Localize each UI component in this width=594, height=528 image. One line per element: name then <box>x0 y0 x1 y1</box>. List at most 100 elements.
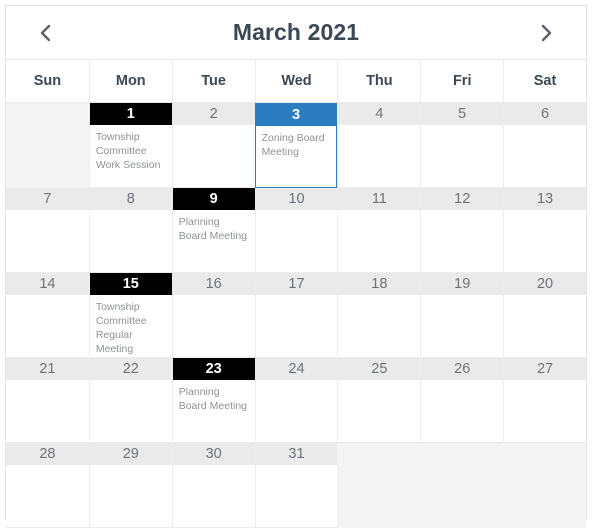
calendar-day-cell[interactable]: 14 <box>6 273 89 358</box>
day-event-list <box>338 125 420 187</box>
day-event-list <box>6 465 89 527</box>
day-number: 10 <box>255 188 338 210</box>
day-number: 23 <box>172 358 255 380</box>
calendar-day-cell[interactable]: 18 <box>337 273 421 358</box>
day-number: 18 <box>338 273 421 295</box>
calendar-week-row: 14 15 Township Committee Regular Meeting 16… <box>6 273 586 358</box>
day-number: 11 <box>338 188 421 210</box>
calendar-day-cell[interactable]: 8 <box>88 188 172 273</box>
weekday-sun: Sun <box>33 73 62 89</box>
calendar-day-cell[interactable]: 26 <box>420 358 504 443</box>
day-number: 12 <box>421 188 504 210</box>
previous-month-button[interactable] <box>16 6 76 59</box>
day-number: 29 <box>89 443 172 465</box>
calendar-day-cell[interactable]: 23 Planning Board Meeting <box>171 358 255 443</box>
day-number: 14 <box>6 273 89 295</box>
day-event-list <box>504 295 586 357</box>
day-event-list <box>338 380 420 442</box>
calendar-week-row: 28 29 30 31 <box>6 443 586 528</box>
calendar-event[interactable]: Zoning Board Meeting <box>262 131 331 159</box>
calendar-event[interactable]: Planning Board Meeting <box>179 215 249 243</box>
calendar-day-cell[interactable]: 13 <box>503 188 586 273</box>
calendar-event[interactable]: Planning Board Meeting <box>179 385 249 413</box>
calendar-day-cell[interactable]: 20 <box>503 273 586 358</box>
calendar-day-cell[interactable]: 10 <box>254 188 338 273</box>
calendar-event[interactable]: Township Committee Regular Meeting <box>96 300 166 356</box>
day-number: 6 <box>504 103 586 125</box>
day-number: 2 <box>172 103 255 125</box>
day-event-list <box>421 125 503 187</box>
day-event-list <box>6 295 89 357</box>
page-title: March 2021 <box>232 19 360 45</box>
day-number: 9 <box>172 188 255 210</box>
day-event-list <box>90 210 172 272</box>
calendar-day-cell[interactable]: 12 <box>420 188 504 273</box>
day-event-list <box>90 465 172 527</box>
chevron-left-icon <box>38 21 54 45</box>
day-event-list <box>504 380 586 442</box>
calendar-day-cell[interactable]: 28 <box>6 443 89 528</box>
calendar-header: March 2021 <box>6 6 586 60</box>
day-event-list <box>90 380 172 442</box>
weekday-tue: Tue <box>171 60 255 102</box>
calendar-day-cell[interactable]: 4 <box>337 103 421 188</box>
weekday-thu: Thu <box>337 60 420 102</box>
calendar-day-cell[interactable]: 22 <box>88 358 172 443</box>
calendar-day-cell[interactable]: 31 <box>254 443 338 528</box>
day-event-list <box>6 210 89 272</box>
calendar-widget: March 2021 Sun Mon Tue Wed Thu Fri Sat 1… <box>5 5 587 528</box>
day-event-list: Zoning Board Meeting <box>256 126 337 187</box>
calendar-week-row: 7 8 9 Planning Board Meeting 10 11 12 13 <box>6 188 586 273</box>
calendar-day-cell[interactable]: 24 <box>254 358 338 443</box>
calendar-day-cell-empty <box>503 443 586 528</box>
calendar-day-cell[interactable]: 7 <box>6 188 89 273</box>
calendar-day-cell[interactable]: 3 Zoning Board Meeting <box>254 103 338 188</box>
day-number: 5 <box>421 103 504 125</box>
day-number: 3 <box>255 104 337 126</box>
calendar-day-cell-empty <box>337 443 421 528</box>
calendar-day-cell[interactable]: 25 <box>337 358 421 443</box>
calendar-event[interactable]: Township Committee Work Session <box>96 130 166 172</box>
calendar-day-cell[interactable]: 2 <box>171 103 255 188</box>
calendar-day-cell[interactable]: 21 <box>6 358 89 443</box>
weekday-mon: Mon <box>88 60 172 102</box>
day-event-list <box>421 380 503 442</box>
calendar-day-cell[interactable]: 17 <box>254 273 338 358</box>
calendar-day-cell[interactable]: 9 Planning Board Meeting <box>171 188 255 273</box>
calendar-day-cell[interactable]: 27 <box>503 358 586 443</box>
calendar-week-row: 1 Township Committee Work Session 2 3 Zoning… <box>6 103 586 188</box>
calendar-grid: 1 Township Committee Work Session 2 3 Zoning… <box>6 103 586 528</box>
day-number: 28 <box>6 443 89 465</box>
day-event-list <box>173 295 255 357</box>
day-number: 24 <box>255 358 338 380</box>
calendar-day-cell[interactable]: 6 <box>503 103 586 188</box>
calendar-day-cell[interactable]: 29 <box>88 443 172 528</box>
calendar-day-cell-empty <box>6 103 89 188</box>
chevron-right-icon <box>538 21 554 45</box>
day-number: 31 <box>255 443 338 465</box>
day-event-list <box>256 295 338 357</box>
day-event-list: Planning Board Meeting <box>173 210 255 272</box>
weekday-header-row: Sun Mon Tue Wed Thu Fri Sat <box>6 60 586 103</box>
day-event-list <box>421 210 503 272</box>
day-number: 13 <box>504 188 586 210</box>
calendar-day-cell[interactable]: 5 <box>420 103 504 188</box>
day-event-list <box>421 295 503 357</box>
day-event-list <box>338 210 420 272</box>
calendar-day-cell[interactable]: 30 <box>171 443 255 528</box>
day-number: 19 <box>421 273 504 295</box>
calendar-day-cell[interactable]: 11 <box>337 188 421 273</box>
day-number: 15 <box>89 273 172 295</box>
calendar-week-row: 21 22 23 Planning Board Meeting 24 25 26 27 <box>6 358 586 443</box>
day-event-list <box>338 295 420 357</box>
day-number: 22 <box>89 358 172 380</box>
calendar-day-cell[interactable]: 1 Township Committee Work Session <box>88 103 172 188</box>
calendar-day-cell[interactable]: 19 <box>420 273 504 358</box>
next-month-button[interactable] <box>516 6 576 59</box>
day-number: 27 <box>504 358 586 380</box>
day-number: 7 <box>6 188 89 210</box>
weekday-sat: Sat <box>503 60 586 102</box>
calendar-day-cell[interactable]: 15 Township Committee Regular Meeting <box>88 273 172 358</box>
day-event-list <box>173 125 255 187</box>
calendar-day-cell[interactable]: 16 <box>171 273 255 358</box>
